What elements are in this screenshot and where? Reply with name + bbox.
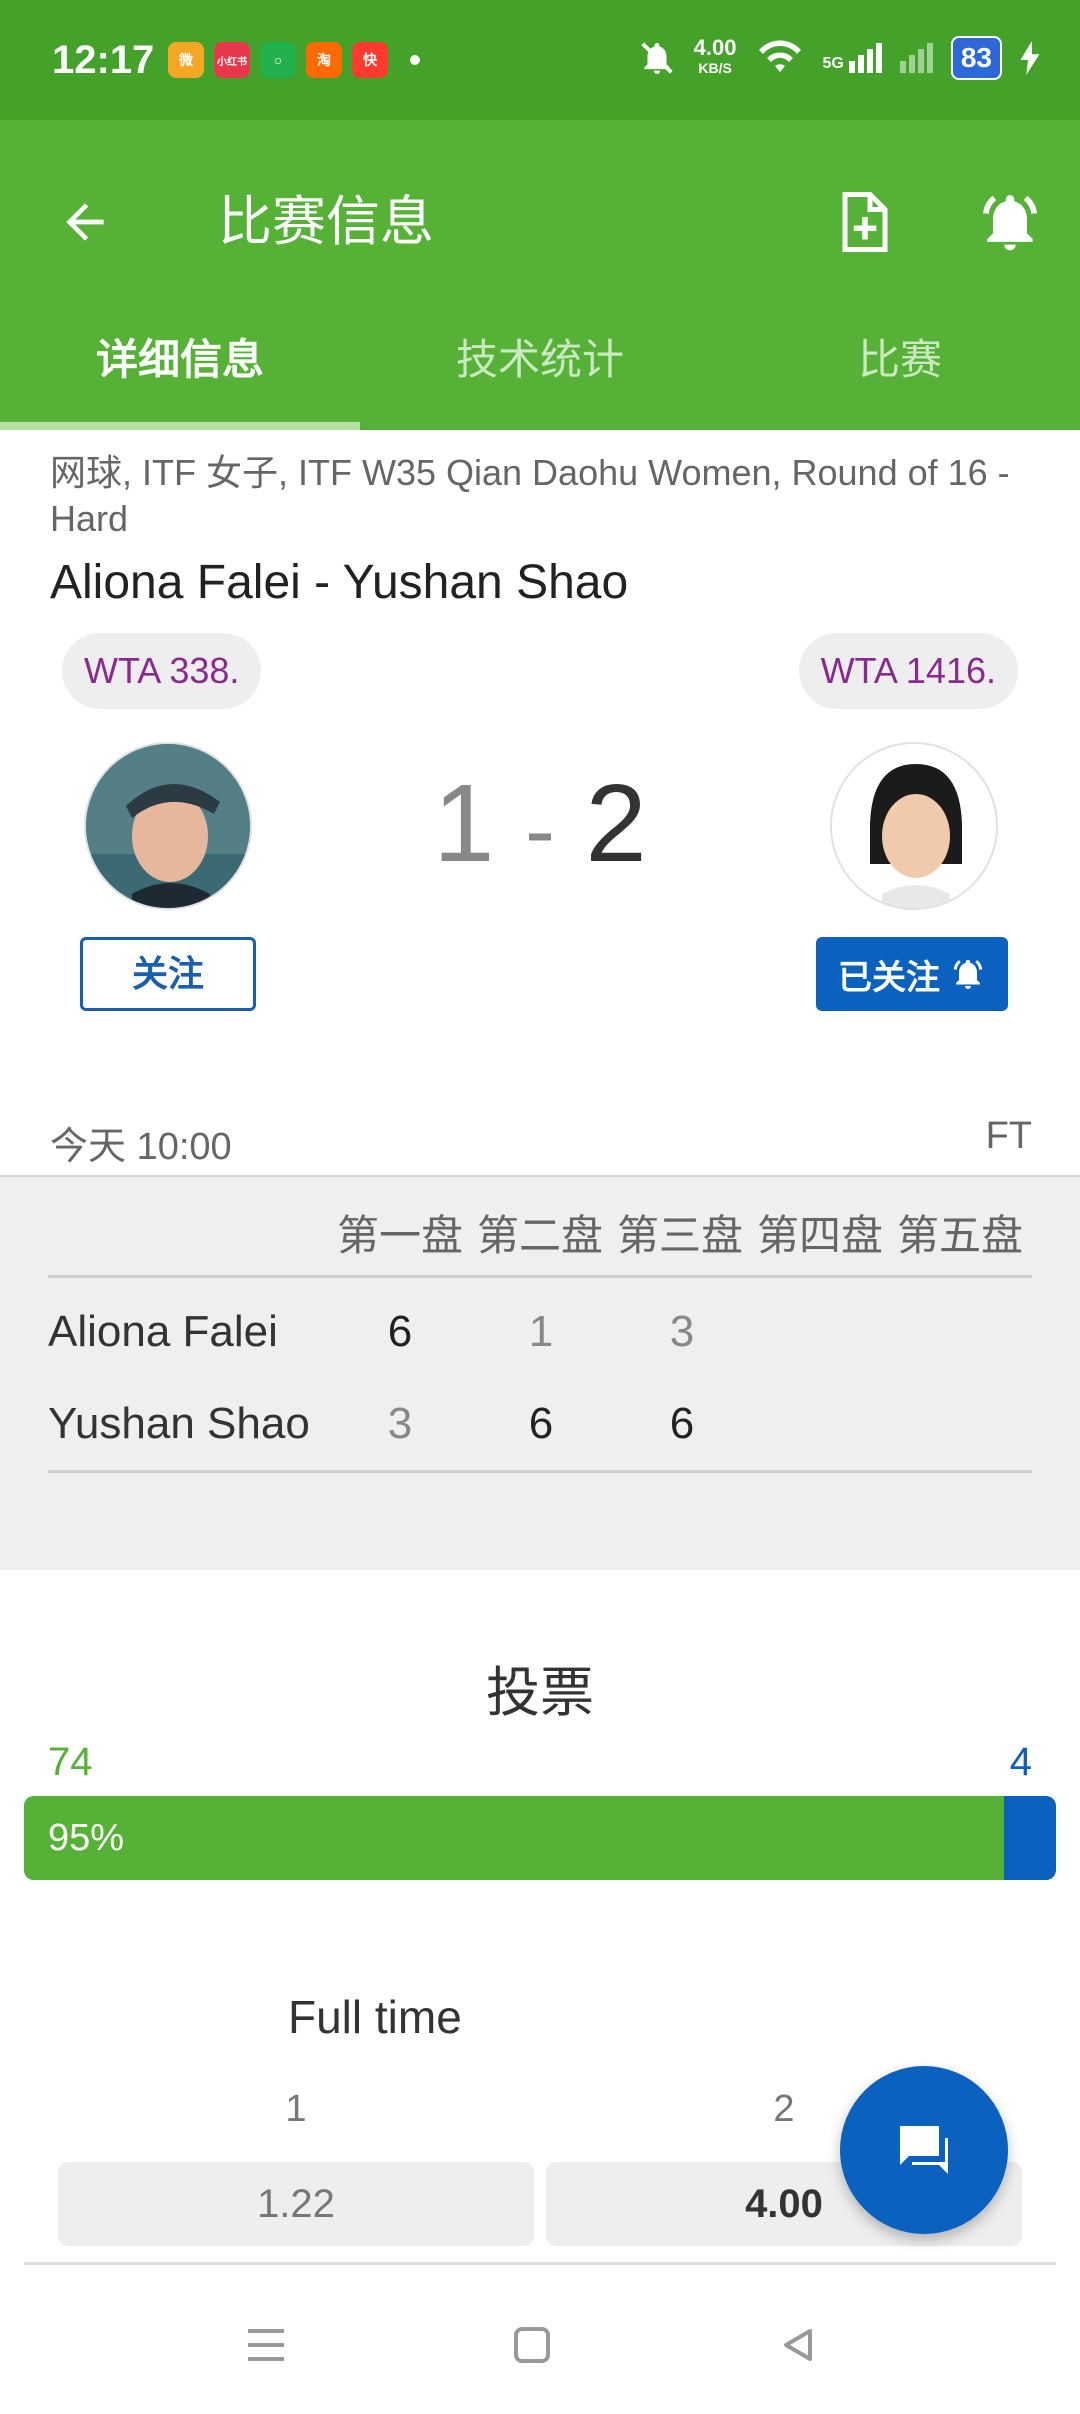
tab-bar: 详细信息 技术统计 比赛 xyxy=(0,310,1080,430)
divider xyxy=(24,2262,1056,2265)
chat-button[interactable] xyxy=(840,2066,1008,2234)
arrow-left-icon xyxy=(66,203,104,241)
match-start-time: 今天 10:00 xyxy=(50,1126,232,1168)
set-scores-table: 第一盘 第二盘 第三盘 第四盘 第五盘 Aliona Falei 6 1 3 Y… xyxy=(0,1175,1080,1570)
home-vote-fill: 95% xyxy=(24,1796,1005,1880)
orange-app-icon: 淘 xyxy=(306,42,342,78)
match-score: 1 - 2 xyxy=(0,760,1080,887)
competition-info: 网球, ITF 女子, ITF W35 Qian Daohu Women, Ro… xyxy=(50,452,1010,539)
back-nav-button[interactable] xyxy=(758,2310,838,2380)
weibo-icon: 微 xyxy=(168,42,204,78)
cell-signal-icon: 5G xyxy=(823,43,882,73)
file-plus-icon xyxy=(842,192,888,252)
tab-details[interactable]: 详细信息 xyxy=(0,310,360,430)
odds-label-home: 1 xyxy=(285,2088,307,2130)
chat-icon xyxy=(900,2126,948,2174)
menu-nav-button[interactable] xyxy=(226,2310,306,2380)
status-time: 12:17 xyxy=(52,38,155,82)
divider xyxy=(48,1275,1032,1278)
system-nav-bar xyxy=(0,2280,1080,2414)
divider xyxy=(48,1470,1032,1473)
bell-muted-icon xyxy=(641,42,673,74)
triangle-back-icon xyxy=(784,2329,812,2361)
notification-icons: 微 小红书 ○ 淘 快 xyxy=(168,42,420,78)
score-separator: - xyxy=(525,781,555,881)
match-status: FT xyxy=(985,1115,1032,1157)
player-name: Yushan Shao xyxy=(48,1399,310,1448)
cell-signal-2-icon xyxy=(899,43,933,73)
wifi-icon xyxy=(758,40,801,72)
away-score: 2 xyxy=(585,762,647,885)
odds-label-away: 2 xyxy=(773,2088,795,2130)
tab-matches[interactable]: 比赛 xyxy=(720,310,1080,430)
set-score: 3 xyxy=(669,1307,695,1356)
vote-title: 投票 xyxy=(486,1663,594,1723)
set-header: 第三盘 xyxy=(616,1212,743,1259)
vote-bar[interactable]: 95% xyxy=(24,1796,1056,1880)
green-app-icon: ○ xyxy=(260,42,296,78)
notifications-button[interactable] xyxy=(972,172,1048,272)
set-header: 第五盘 xyxy=(896,1212,1023,1259)
home-player-rank[interactable]: WTA 338. xyxy=(62,633,262,709)
home-score: 1 xyxy=(433,762,495,885)
set-score: 1 xyxy=(528,1307,554,1356)
page-title: 比赛信息 xyxy=(218,192,434,252)
tab-statistics[interactable]: 技术统计 xyxy=(360,310,720,430)
bell-ringing-icon xyxy=(983,195,1037,251)
away-vote-count: 4 xyxy=(1009,1740,1032,1784)
video-app-icon: 快 xyxy=(352,42,388,78)
odds-title: Full time xyxy=(288,1991,462,2043)
set-header: 第一盘 xyxy=(336,1212,463,1259)
net-speed: 4.00 KB/S xyxy=(693,35,737,77)
more-notifications-icon xyxy=(410,55,420,65)
menu-icon xyxy=(248,2329,284,2361)
set-score: 6 xyxy=(669,1399,695,1448)
status-bar: 12:17 微 小红书 ○ 淘 快 4.00 KB/S 5G 83 xyxy=(0,0,1080,120)
charging-icon xyxy=(1020,41,1040,75)
odds-home-button[interactable]: 1.22 xyxy=(58,2162,534,2246)
home-vote-count: 74 xyxy=(48,1740,93,1784)
set-headers: 第一盘 第二盘 第三盘 第四盘 第五盘 xyxy=(330,1202,1030,1263)
set-score: 6 xyxy=(528,1399,554,1448)
add-to-calendar-button[interactable] xyxy=(830,172,900,272)
set-score: 3 xyxy=(387,1399,413,1448)
set-header: 第二盘 xyxy=(476,1212,603,1259)
player-name: Aliona Falei xyxy=(48,1307,278,1356)
table-row: Aliona Falei 6 1 3 xyxy=(48,1307,1032,1367)
home-nav-button[interactable] xyxy=(492,2310,572,2380)
system-icons: 4.00 KB/S 5G 83 xyxy=(638,36,1040,80)
following-away-button[interactable]: 已关注 xyxy=(816,937,1008,1011)
battery-indicator: 83 xyxy=(950,36,1002,80)
table-row: Yushan Shao 3 6 6 xyxy=(48,1399,1032,1459)
following-label: 已关注 xyxy=(838,958,940,997)
match-title: Aliona Falei - Yushan Shao xyxy=(50,556,629,609)
back-button[interactable] xyxy=(50,172,120,272)
set-score: 6 xyxy=(387,1307,413,1356)
xiaohongshu-icon: 小红书 xyxy=(214,42,250,78)
away-player-rank[interactable]: WTA 1416. xyxy=(798,633,1018,709)
match-time-row: 今天 10:00 FT xyxy=(50,1115,1032,1170)
follow-home-button[interactable]: 关注 xyxy=(80,937,256,1011)
app-header: 比赛信息 详细信息 技术统计 比赛 xyxy=(0,120,1080,430)
bell-ringing-icon xyxy=(953,959,983,989)
set-header: 第四盘 xyxy=(756,1212,883,1259)
home-square-icon xyxy=(514,2327,550,2363)
